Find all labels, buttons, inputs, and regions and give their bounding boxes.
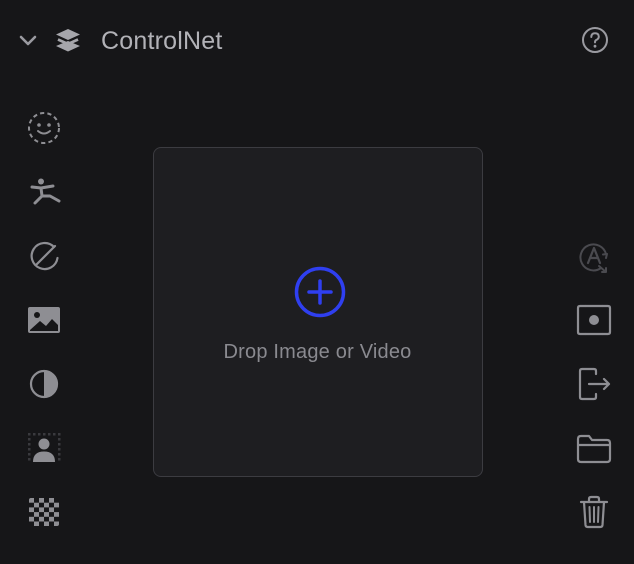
export-icon[interactable] (574, 364, 614, 404)
panel-title: ControlNet (101, 27, 223, 55)
help-circle-icon[interactable] (580, 25, 610, 55)
folder-icon[interactable] (574, 428, 614, 468)
chevron-down-icon[interactable] (16, 28, 40, 52)
controlnet-panel: ControlNet Drop Image or Video (0, 0, 634, 564)
pose-icon[interactable] (24, 172, 64, 212)
person-segmentation-icon[interactable] (24, 428, 64, 468)
face-detect-icon[interactable] (24, 108, 64, 148)
image-dropzone[interactable]: Drop Image or Video (153, 147, 483, 477)
contrast-icon[interactable] (24, 364, 64, 404)
dropzone-label: Drop Image or Video (223, 341, 412, 363)
layers-icon (53, 26, 83, 56)
capture-frame-icon[interactable] (574, 300, 614, 340)
auto-text-icon (574, 237, 614, 277)
edge-detect-icon[interactable] (24, 236, 64, 276)
panel-header: ControlNet (0, 0, 634, 82)
image-icon[interactable] (24, 300, 64, 340)
plus-circle-icon (294, 266, 346, 318)
checkerboard-icon[interactable] (24, 492, 64, 532)
trash-icon[interactable] (574, 492, 614, 532)
